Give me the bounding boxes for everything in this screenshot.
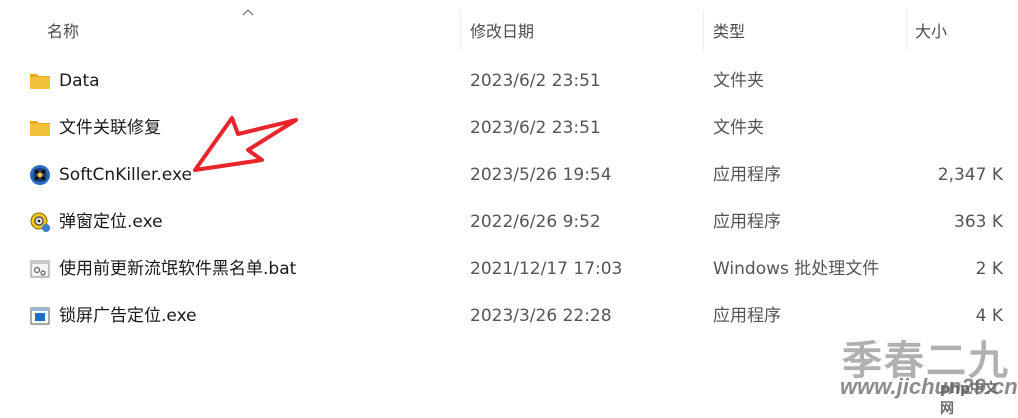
file-modified: 2023/6/2 23:51 bbox=[470, 118, 601, 138]
file-type: 应用程序 bbox=[713, 165, 781, 185]
file-type: Windows 批处理文件 bbox=[713, 259, 880, 279]
file-name: Data bbox=[59, 71, 100, 91]
file-size bbox=[883, 59, 1003, 103]
column-divider[interactable] bbox=[703, 10, 704, 50]
file-size bbox=[883, 106, 1003, 150]
batch-file-icon bbox=[30, 260, 50, 278]
folder-icon bbox=[30, 121, 50, 136]
file-name: 弹窗定位.exe bbox=[59, 212, 163, 232]
column-header-type[interactable]: 类型 bbox=[713, 20, 745, 44]
column-divider[interactable] bbox=[460, 10, 461, 50]
column-header: 名称 修改日期 类型 大小 bbox=[0, 0, 1018, 60]
column-header-name[interactable]: 名称 bbox=[47, 20, 79, 44]
column-divider[interactable] bbox=[906, 10, 907, 50]
file-size: 2 K bbox=[975, 259, 1003, 279]
file-name: 锁屏广告定位.exe bbox=[59, 306, 197, 326]
file-modified: 2022/6/26 9:52 bbox=[470, 212, 601, 232]
file-row-popup-locator[interactable]: 弹窗定位.exe 2022/6/26 9:52 应用程序 363 K bbox=[0, 200, 1018, 244]
column-header-size[interactable]: 大小 bbox=[915, 20, 947, 44]
folder-icon bbox=[30, 74, 50, 89]
column-header-modified[interactable]: 修改日期 bbox=[470, 20, 534, 44]
file-type: 应用程序 bbox=[713, 306, 781, 326]
file-modified: 2023/6/2 23:51 bbox=[470, 71, 601, 91]
file-row-update-blacklist[interactable]: 使用前更新流氓软件黑名单.bat 2021/12/17 17:03 Window… bbox=[0, 247, 1018, 291]
file-name: 文件关联修复 bbox=[59, 118, 161, 138]
file-modified: 2023/3/26 22:28 bbox=[470, 306, 612, 326]
file-row-softcnkiller[interactable]: SoftCnKiller.exe 2023/5/26 19:54 应用程序 2,… bbox=[0, 153, 1018, 197]
file-type: 文件夹 bbox=[713, 71, 764, 91]
sort-ascending-icon[interactable] bbox=[242, 8, 254, 16]
file-type: 应用程序 bbox=[713, 212, 781, 232]
file-row-association-repair[interactable]: 文件关联修复 2023/6/2 23:51 文件夹 bbox=[0, 106, 1018, 150]
file-size: 2,347 K bbox=[937, 165, 1003, 185]
window-app-icon bbox=[30, 307, 50, 325]
target-app-icon bbox=[30, 212, 50, 232]
file-type: 文件夹 bbox=[713, 118, 764, 138]
file-modified: 2021/12/17 17:03 bbox=[470, 259, 623, 279]
file-size: 363 K bbox=[954, 212, 1003, 232]
file-name: SoftCnKiller.exe bbox=[59, 165, 192, 185]
file-name: 使用前更新流氓软件黑名单.bat bbox=[59, 259, 297, 279]
file-modified: 2023/5/26 19:54 bbox=[470, 165, 612, 185]
softcnkiller-app-icon bbox=[30, 165, 50, 185]
file-row-data[interactable]: Data 2023/6/2 23:51 文件夹 bbox=[0, 59, 1018, 103]
watermark-logo: php中文网 bbox=[940, 381, 999, 417]
